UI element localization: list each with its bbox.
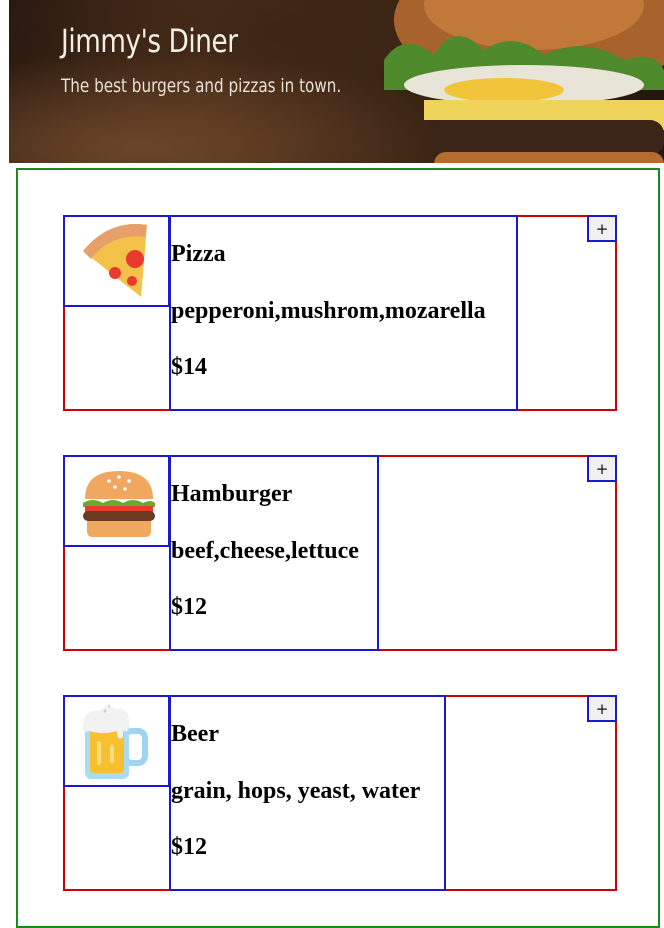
menu-item-pizza: Pizza pepperoni,mushrom,mozarella $14 + bbox=[63, 215, 617, 411]
menu-item-beer: Beer grain, hops, yeast, water $12 + bbox=[63, 695, 617, 891]
item-image-box bbox=[63, 455, 170, 547]
item-image-box bbox=[63, 215, 170, 307]
header-banner: Jimmy's Diner The best burgers and pizza… bbox=[9, 0, 664, 163]
add-to-order-button[interactable]: + bbox=[587, 695, 617, 722]
item-info: Beer grain, hops, yeast, water $12 bbox=[169, 695, 446, 891]
item-info: Pizza pepperoni,mushrom,mozarella $14 bbox=[169, 215, 518, 411]
item-name: Pizza bbox=[171, 241, 226, 267]
item-info: Hamburger beef,cheese,lettuce $12 bbox=[169, 455, 379, 651]
menu-list: Pizza pepperoni,mushrom,mozarella $14 + … bbox=[16, 168, 660, 928]
item-price: $14 bbox=[171, 354, 207, 380]
item-price: $12 bbox=[171, 594, 207, 620]
pizza-slice-icon bbox=[83, 224, 147, 297]
item-name: Hamburger bbox=[171, 481, 293, 507]
item-price: $12 bbox=[171, 834, 207, 860]
beer-mug-icon bbox=[83, 704, 148, 779]
item-ingredients: pepperoni,mushrom,mozarella bbox=[171, 298, 486, 324]
add-to-order-button[interactable]: + bbox=[587, 455, 617, 482]
page-title: Jimmy's Diner bbox=[61, 22, 238, 60]
hamburger-icon bbox=[83, 471, 155, 537]
tagline: The best burgers and pizzas in town. bbox=[61, 75, 342, 97]
item-name: Beer bbox=[171, 721, 219, 747]
item-ingredients: grain, hops, yeast, water bbox=[171, 778, 421, 804]
add-to-order-button[interactable]: + bbox=[587, 215, 617, 242]
item-image-box bbox=[63, 695, 170, 787]
menu-item-hamburger: Hamburger beef,cheese,lettuce $12 + bbox=[63, 455, 617, 651]
burger-photo bbox=[384, 0, 664, 163]
item-ingredients: beef,cheese,lettuce bbox=[171, 538, 359, 564]
